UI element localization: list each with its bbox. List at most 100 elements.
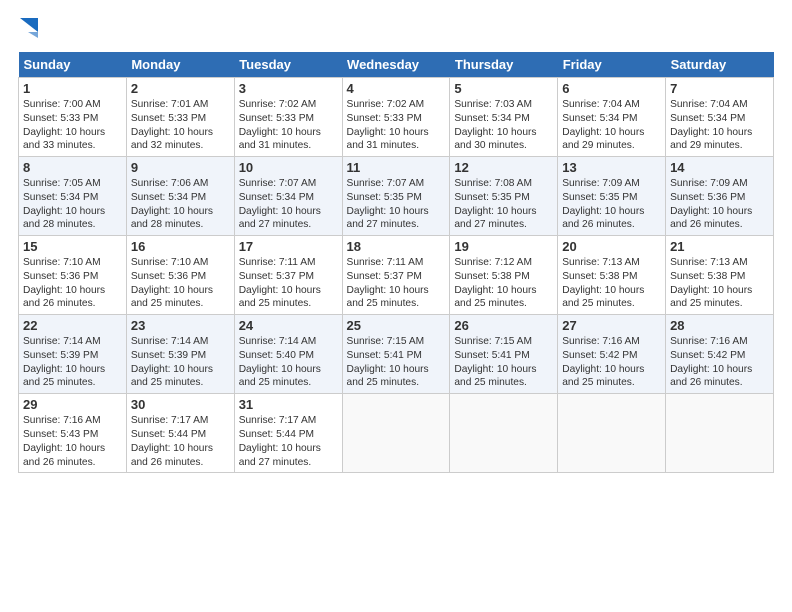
page: SundayMondayTuesdayWednesdayThursdayFrid… [0,0,792,483]
day-number: 14 [670,160,769,175]
day-info: Sunrise: 7:06 AMSunset: 5:34 PMDaylight:… [131,177,230,232]
day-cell: 20 Sunrise: 7:13 AMSunset: 5:38 PMDayligh… [558,236,666,315]
header-row: SundayMondayTuesdayWednesdayThursdayFrid… [19,52,774,78]
day-info: Sunrise: 7:13 AMSunset: 5:38 PMDaylight:… [670,256,769,311]
day-cell: 30 Sunrise: 7:17 AMSunset: 5:44 PMDayligh… [126,394,234,473]
day-info: Sunrise: 7:15 AMSunset: 5:41 PMDaylight:… [347,335,446,390]
day-number: 26 [454,318,553,333]
day-info: Sunrise: 7:05 AMSunset: 5:34 PMDaylight:… [23,177,122,232]
col-header-monday: Monday [126,52,234,78]
day-number: 3 [239,81,338,96]
week-row-2: 8 Sunrise: 7:05 AMSunset: 5:34 PMDaylight… [19,157,774,236]
day-number: 11 [347,160,446,175]
day-info: Sunrise: 7:08 AMSunset: 5:35 PMDaylight:… [454,177,553,232]
day-number: 31 [239,397,338,412]
day-cell: 28 Sunrise: 7:16 AMSunset: 5:42 PMDayligh… [666,315,774,394]
day-cell: 11 Sunrise: 7:07 AMSunset: 5:35 PMDayligh… [342,157,450,236]
day-number: 8 [23,160,122,175]
day-cell [450,394,558,473]
day-info: Sunrise: 7:14 AMSunset: 5:39 PMDaylight:… [131,335,230,390]
day-cell: 22 Sunrise: 7:14 AMSunset: 5:39 PMDayligh… [19,315,127,394]
day-cell [666,394,774,473]
day-cell: 12 Sunrise: 7:08 AMSunset: 5:35 PMDayligh… [450,157,558,236]
logo [18,18,48,42]
day-info: Sunrise: 7:02 AMSunset: 5:33 PMDaylight:… [239,98,338,153]
day-cell: 2 Sunrise: 7:01 AMSunset: 5:33 PMDaylight… [126,78,234,157]
day-number: 12 [454,160,553,175]
day-info: Sunrise: 7:14 AMSunset: 5:39 PMDaylight:… [23,335,122,390]
day-number: 19 [454,239,553,254]
day-info: Sunrise: 7:16 AMSunset: 5:42 PMDaylight:… [562,335,661,390]
day-cell: 27Sunrise: 7:16 AMSunset: 5:42 PMDayligh… [558,315,666,394]
day-number: 13 [562,160,661,175]
day-number: 22 [23,318,122,333]
day-info: Sunrise: 7:11 AMSunset: 5:37 PMDaylight:… [347,256,446,311]
day-number: 6 [562,81,661,96]
calendar-table: SundayMondayTuesdayWednesdayThursdayFrid… [18,52,774,473]
day-cell: 23 Sunrise: 7:14 AMSunset: 5:39 PMDayligh… [126,315,234,394]
day-number: 30 [131,397,230,412]
day-number: 29 [23,397,122,412]
day-cell: 13 Sunrise: 7:09 AMSunset: 5:35 PMDayligh… [558,157,666,236]
week-row-1: 1 Sunrise: 7:00 AMSunset: 5:33 PMDaylight… [19,78,774,157]
day-cell: 29 Sunrise: 7:16 AMSunset: 5:43 PMDayligh… [19,394,127,473]
day-info: Sunrise: 7:10 AMSunset: 5:36 PMDaylight:… [23,256,122,311]
day-cell: 24 Sunrise: 7:14 AMSunset: 5:40 PMDayligh… [234,315,342,394]
day-cell: 17 Sunrise: 7:11 AMSunset: 5:37 PMDayligh… [234,236,342,315]
day-info: Sunrise: 7:01 AMSunset: 5:33 PMDaylight:… [131,98,230,153]
day-cell: 4Sunrise: 7:02 AMSunset: 5:33 PMDaylight… [342,78,450,157]
day-info: Sunrise: 7:07 AMSunset: 5:34 PMDaylight:… [239,177,338,232]
day-cell: 10 Sunrise: 7:07 AMSunset: 5:34 PMDayligh… [234,157,342,236]
day-cell: 6 Sunrise: 7:04 AMSunset: 5:34 PMDaylight… [558,78,666,157]
day-number: 24 [239,318,338,333]
day-info: Sunrise: 7:09 AMSunset: 5:36 PMDaylight:… [670,177,769,232]
day-number: 20 [562,239,661,254]
day-number: 21 [670,239,769,254]
day-info: Sunrise: 7:13 AMSunset: 5:38 PMDaylight:… [562,256,661,311]
day-number: 17 [239,239,338,254]
day-cell: 14 Sunrise: 7:09 AMSunset: 5:36 PMDayligh… [666,157,774,236]
logo-icon [20,14,48,42]
day-info: Sunrise: 7:14 AMSunset: 5:40 PMDaylight:… [239,335,338,390]
col-header-tuesday: Tuesday [234,52,342,78]
day-info: Sunrise: 7:11 AMSunset: 5:37 PMDaylight:… [239,256,338,311]
day-info: Sunrise: 7:17 AMSunset: 5:44 PMDaylight:… [131,414,230,469]
day-info: Sunrise: 7:10 AMSunset: 5:36 PMDaylight:… [131,256,230,311]
day-cell: 25Sunrise: 7:15 AMSunset: 5:41 PMDayligh… [342,315,450,394]
day-info: Sunrise: 7:09 AMSunset: 5:35 PMDaylight:… [562,177,661,232]
day-info: Sunrise: 7:12 AMSunset: 5:38 PMDaylight:… [454,256,553,311]
day-info: Sunrise: 7:17 AMSunset: 5:44 PMDaylight:… [239,414,338,469]
day-info: Sunrise: 7:16 AMSunset: 5:43 PMDaylight:… [23,414,122,469]
col-header-sunday: Sunday [19,52,127,78]
day-cell: 26Sunrise: 7:15 AMSunset: 5:41 PMDayligh… [450,315,558,394]
day-number: 23 [131,318,230,333]
day-cell: 1 Sunrise: 7:00 AMSunset: 5:33 PMDaylight… [19,78,127,157]
day-cell: 5Sunrise: 7:03 AMSunset: 5:34 PMDaylight… [450,78,558,157]
day-cell: 3 Sunrise: 7:02 AMSunset: 5:33 PMDaylight… [234,78,342,157]
day-number: 10 [239,160,338,175]
day-cell: 15 Sunrise: 7:10 AMSunset: 5:36 PMDayligh… [19,236,127,315]
week-row-5: 29 Sunrise: 7:16 AMSunset: 5:43 PMDayligh… [19,394,774,473]
col-header-saturday: Saturday [666,52,774,78]
day-number: 28 [670,318,769,333]
day-number: 2 [131,81,230,96]
day-number: 15 [23,239,122,254]
day-info: Sunrise: 7:04 AMSunset: 5:34 PMDaylight:… [562,98,661,153]
day-number: 1 [23,81,122,96]
day-number: 5 [454,81,553,96]
col-header-wednesday: Wednesday [342,52,450,78]
day-info: Sunrise: 7:00 AMSunset: 5:33 PMDaylight:… [23,98,122,153]
day-cell: 31 Sunrise: 7:17 AMSunset: 5:44 PMDayligh… [234,394,342,473]
day-cell: 8 Sunrise: 7:05 AMSunset: 5:34 PMDaylight… [19,157,127,236]
col-header-friday: Friday [558,52,666,78]
day-info: Sunrise: 7:16 AMSunset: 5:42 PMDaylight:… [670,335,769,390]
col-header-thursday: Thursday [450,52,558,78]
day-cell: 21 Sunrise: 7:13 AMSunset: 5:38 PMDayligh… [666,236,774,315]
day-number: 7 [670,81,769,96]
day-cell: 18Sunrise: 7:11 AMSunset: 5:37 PMDayligh… [342,236,450,315]
day-cell: 9Sunrise: 7:06 AMSunset: 5:34 PMDaylight… [126,157,234,236]
day-number: 4 [347,81,446,96]
day-info: Sunrise: 7:07 AMSunset: 5:35 PMDaylight:… [347,177,446,232]
week-row-3: 15 Sunrise: 7:10 AMSunset: 5:36 PMDayligh… [19,236,774,315]
day-info: Sunrise: 7:04 AMSunset: 5:34 PMDaylight:… [670,98,769,153]
